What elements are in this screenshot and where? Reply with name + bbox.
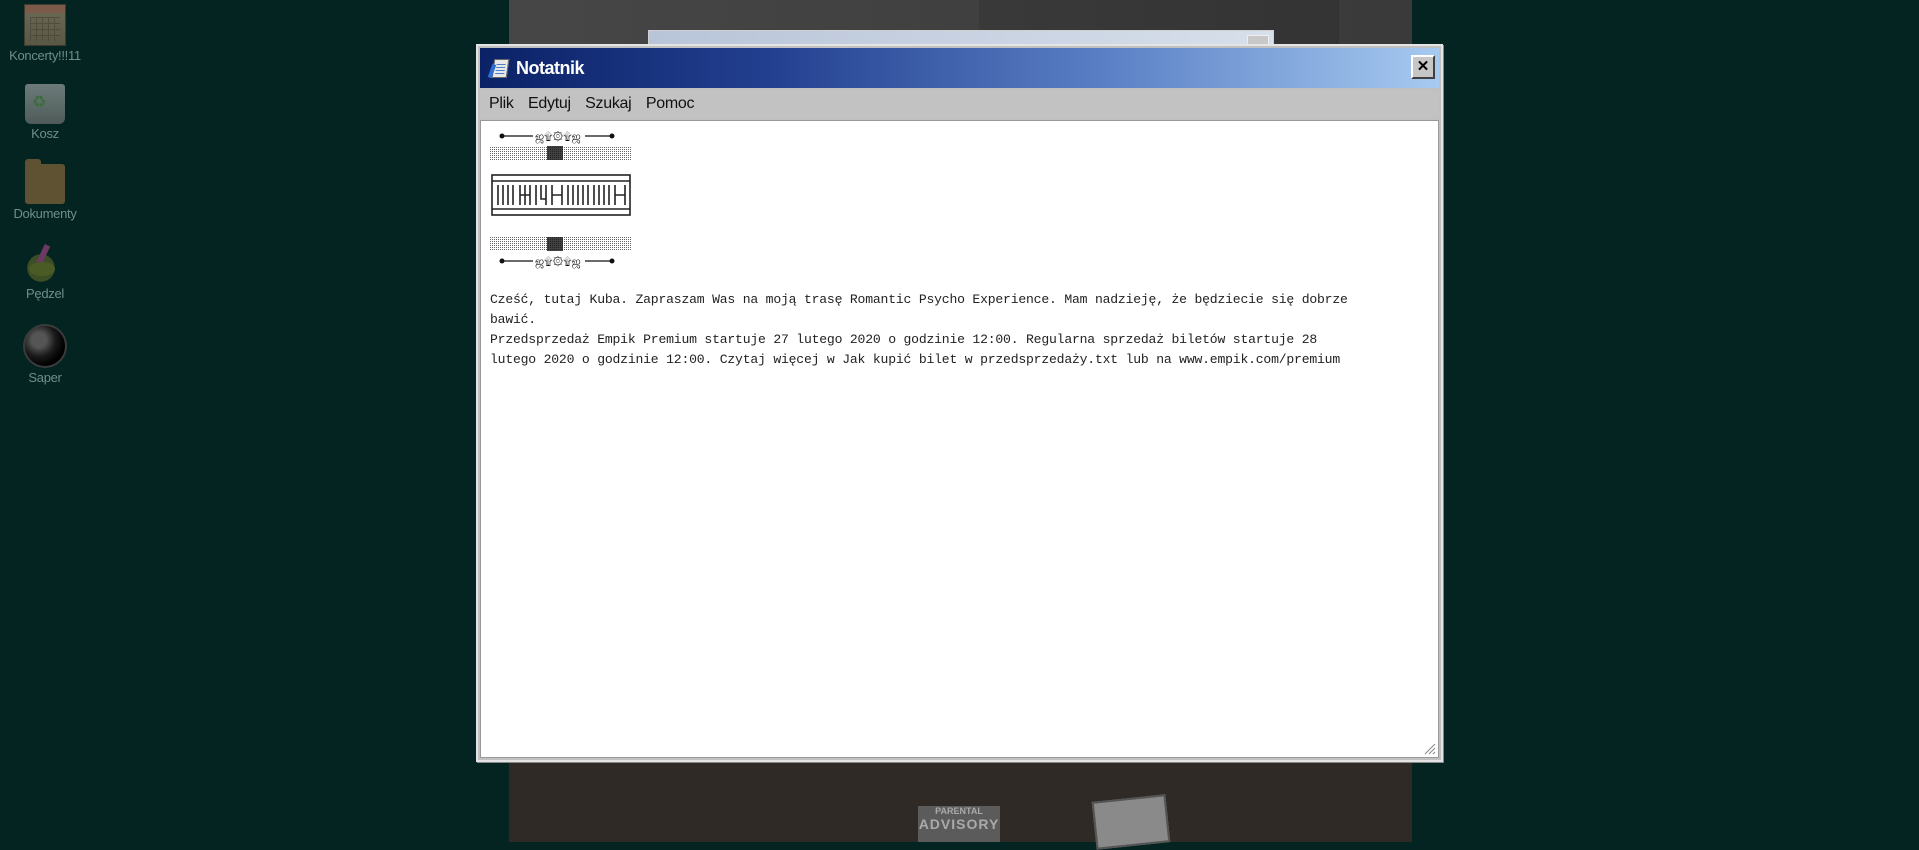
desktop-icon-label: Kosz [31, 126, 59, 141]
window-title: Notatnik [516, 58, 585, 78]
desktop-icon-dokumenty[interactable]: Dokumenty [0, 159, 90, 221]
desktop-icon-label: Koncerty!!!11 [9, 48, 81, 63]
desktop-icon-pedzel[interactable]: Pędzel [0, 244, 90, 301]
calendar-icon [24, 4, 66, 46]
close-button[interactable]: ✕ [1411, 55, 1435, 79]
ascii-art-logo: ஜ۩۞۩ஜ ஜ۩۞۩ஜ [490, 129, 633, 269]
folder-icon [25, 159, 65, 204]
text-editor-area[interactable]: ஜ۩۞۩ஜ ஜ۩۞۩ஜ Cześć, tutaj Kuba. Zapraszam… [480, 120, 1439, 758]
desktop-icon-saper[interactable]: Saper [0, 324, 90, 385]
desktop-icon-label: Pędzel [26, 286, 64, 301]
menu-szukaj[interactable]: Szukaj [581, 90, 635, 118]
desktop-icon-label: Dokumenty [13, 206, 77, 221]
menu-plik[interactable]: Plik [485, 90, 518, 118]
desktop-icon-kosz[interactable]: Kosz [0, 84, 90, 141]
recycle-bin-icon [25, 84, 65, 124]
parental-advisory-label: PARENTAL ADVISORY [918, 806, 1000, 842]
menu-edytuj[interactable]: Edytuj [524, 90, 575, 118]
resize-grip-icon[interactable] [1424, 743, 1436, 755]
svg-text:ஜ۩۞۩ஜ: ஜ۩۞۩ஜ [535, 130, 581, 144]
svg-text:ஜ۩۞۩ஜ: ஜ۩۞۩ஜ [535, 255, 581, 269]
minesweeper-icon [23, 324, 67, 368]
cover-sticker [1091, 794, 1171, 850]
notepad-window: Notatnik ✕ Plik Edytuj Szukaj Pomoc ஜ۩۞۩… [476, 44, 1443, 762]
notepad-icon [487, 58, 510, 79]
menu-pomoc[interactable]: Pomoc [642, 90, 698, 118]
menu-bar: Plik Edytuj Szukaj Pomoc [480, 90, 1439, 118]
advisory-main-text: ADVISORY [918, 816, 1000, 832]
paint-icon [25, 244, 65, 284]
advisory-top-text: PARENTAL [935, 806, 983, 816]
desktop-icon-label: Saper [28, 370, 62, 385]
title-bar[interactable]: Notatnik ✕ [480, 48, 1439, 88]
document-text[interactable]: Cześć, tutaj Kuba. Zapraszam Was na moją… [490, 290, 1418, 370]
desktop-icon-koncerty[interactable]: Koncerty!!!11 [0, 4, 90, 63]
